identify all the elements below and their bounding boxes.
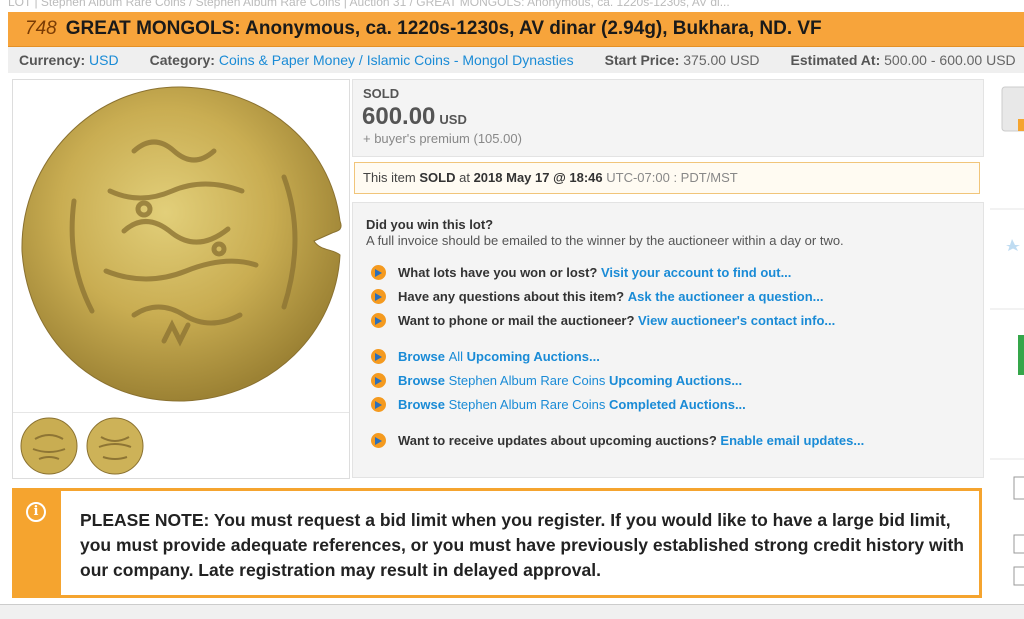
list-item: What lots have you won or lost? Visit yo… <box>371 263 791 281</box>
lot-number: 748 <box>25 18 57 39</box>
lot-meta-row: Currency: USD Category: Coins & Paper Mo… <box>8 47 1024 73</box>
estimate-value: 500.00 - 600.00 USD <box>884 52 1016 68</box>
note-text: PLEASE NOTE: You must request a bid limi… <box>80 510 964 580</box>
win-question: Did you win this lot? <box>366 217 494 232</box>
sold-info-at: at <box>459 170 470 185</box>
thumbnail-row <box>13 412 349 479</box>
info-icon: i <box>26 502 46 522</box>
arrow-circle-icon <box>371 372 386 388</box>
lot-image-panel <box>12 79 350 479</box>
account-link[interactable]: Visit your account to find out... <box>601 265 791 280</box>
sold-info-timezone: UTC-07:00 : PDT/MST <box>606 170 738 185</box>
estimate-label: Estimated At: <box>790 52 881 68</box>
thumbnail-obverse[interactable] <box>19 415 79 477</box>
email-updates-link[interactable]: Enable email updates... <box>720 433 864 448</box>
list-item: Want to phone or mail the auctioneer? Vi… <box>371 311 835 329</box>
row-text: What lots have you won or lost? <box>398 264 598 280</box>
sold-info-status: SOLD <box>419 170 456 185</box>
browse-upcoming-seller-link[interactable]: Upcoming Auctions... <box>609 373 742 388</box>
main-coin-image[interactable] <box>14 81 348 409</box>
contact-info-link[interactable]: View auctioneer's contact info... <box>638 313 835 328</box>
category-link[interactable]: Coins & Paper Money / Islamic Coins - Mo… <box>219 52 574 68</box>
buyers-premium: + buyer's premium (105.00) <box>363 131 522 146</box>
browse-word[interactable]: Browse <box>398 349 445 364</box>
sold-price: 600.00 USD <box>362 103 467 131</box>
start-price-info: Start Price: 375.00 USD <box>605 52 760 68</box>
browse-scope[interactable]: Stephen Album Rare Coins <box>449 397 606 412</box>
category-label: Category: <box>149 52 215 68</box>
list-item: Have any questions about this item? Ask … <box>371 287 824 305</box>
sold-price-box: SOLD 600.00 USD + buyer's premium (105.00… <box>352 79 984 157</box>
browse-scope[interactable]: All <box>449 349 463 364</box>
list-item[interactable]: Browse Stephen Album Rare Coins Complete… <box>371 395 746 413</box>
estimate-info: Estimated At: 500.00 - 600.00 USD <box>791 52 1016 68</box>
list-item: Want to receive updates about upcoming a… <box>371 431 864 449</box>
browse-upcoming-all-link[interactable]: Upcoming Auctions... <box>467 349 600 364</box>
browse-scope[interactable]: Stephen Album Rare Coins <box>449 373 606 388</box>
lot-title: GREAT MONGOLS: Anonymous, ca. 1220s-1230… <box>65 18 822 39</box>
right-sidebar-partial <box>990 79 1024 599</box>
note-icon-strip: i <box>15 491 61 595</box>
sold-price-amount: 600.00 <box>362 103 436 130</box>
browse-completed-seller-link[interactable]: Completed Auctions... <box>609 397 746 412</box>
lot-title-bar: 748 GREAT MONGOLS: Anonymous, ca. 1220s-… <box>8 12 1024 47</box>
sold-info-datetime: 2018 May 17 @ 18:46 <box>473 170 603 185</box>
bid-limit-note: i PLEASE NOTE: You must request a bid li… <box>12 488 982 598</box>
arrow-circle-icon <box>371 312 386 328</box>
win-subtext: A full invoice should be emailed to the … <box>366 233 844 248</box>
thumbnail-reverse[interactable] <box>85 415 145 477</box>
win-info-box: Did you win this lot? A full invoice sho… <box>352 202 984 478</box>
currency-link[interactable]: USD <box>89 52 119 68</box>
category-info: Category: Coins & Paper Money / Islamic … <box>150 52 574 68</box>
sold-price-currency: USD <box>439 112 467 127</box>
sold-info-prefix: This item <box>363 170 416 185</box>
sold-label: SOLD <box>363 86 400 101</box>
row-text: Have any questions about this item? <box>398 288 625 304</box>
list-item[interactable]: Browse Stephen Album Rare Coins Upcoming… <box>371 371 742 389</box>
start-price-value: 375.00 USD <box>683 52 760 68</box>
arrow-circle-icon <box>371 396 386 412</box>
arrow-circle-icon <box>371 432 386 448</box>
row-text: Want to receive updates about upcoming a… <box>398 432 717 448</box>
ask-question-link[interactable]: Ask the auctioneer a question... <box>628 289 824 304</box>
currency-label: Currency: <box>19 52 86 68</box>
list-item[interactable]: Browse All Upcoming Auctions... <box>371 347 600 365</box>
sold-info-banner: This item SOLD at 2018 May 17 @ 18:46 UT… <box>354 162 980 194</box>
browser-bottom-bar <box>0 604 1024 619</box>
browse-word[interactable]: Browse <box>398 373 445 388</box>
breadcrumb: LOT | Stephen Album Rare Coins / Stephen… <box>8 0 730 9</box>
currency-info: Currency: USD <box>19 52 119 68</box>
arrow-circle-icon <box>371 348 386 364</box>
browse-word[interactable]: Browse <box>398 397 445 412</box>
start-price-label: Start Price: <box>604 52 680 68</box>
arrow-circle-icon <box>371 288 386 304</box>
arrow-circle-icon <box>371 264 386 280</box>
row-text: Want to phone or mail the auctioneer? <box>398 312 635 328</box>
